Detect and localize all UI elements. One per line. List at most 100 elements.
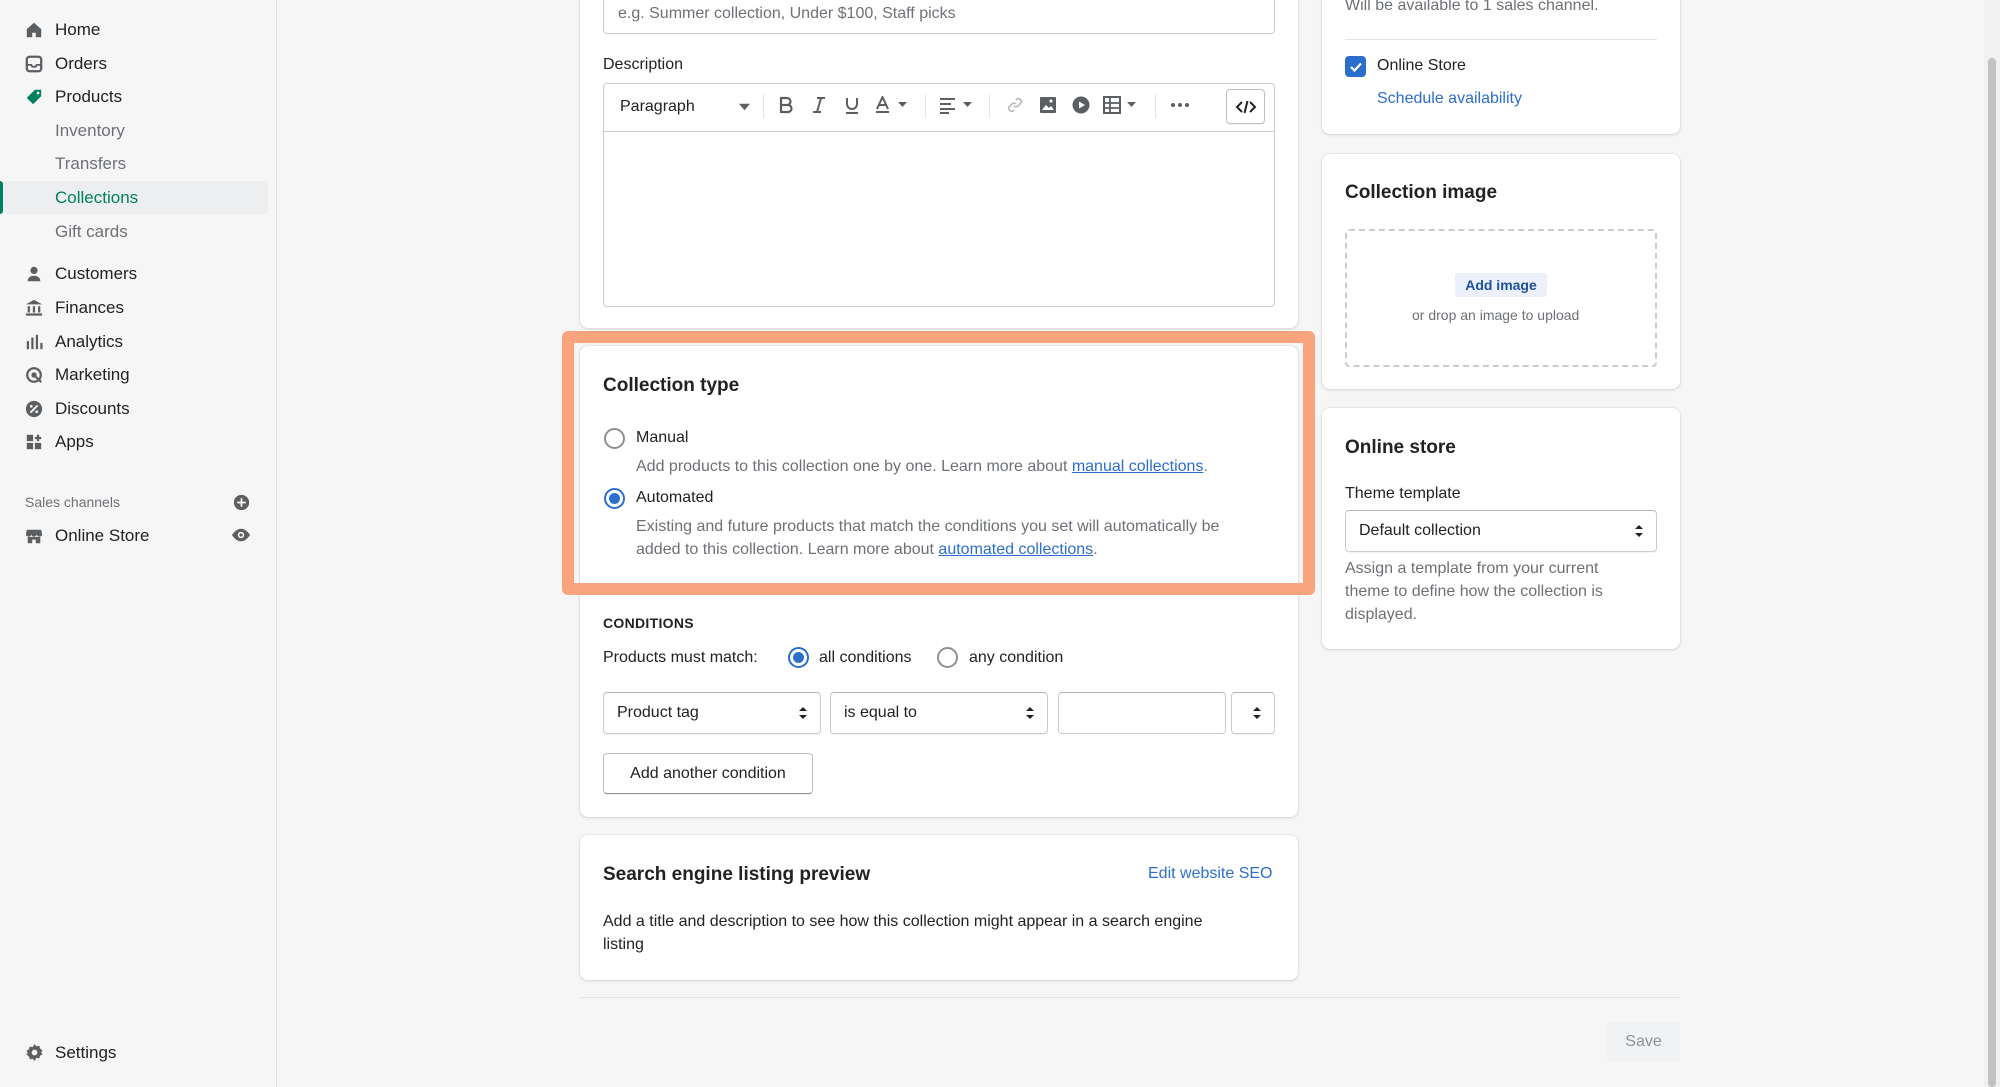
sidebar-item-finances[interactable]: Finances	[0, 291, 264, 324]
target-icon	[24, 365, 44, 385]
sidebar-item-online-store[interactable]: Online Store	[0, 519, 264, 552]
add-condition-button[interactable]: Add another condition	[603, 753, 813, 794]
link-icon[interactable]	[1006, 96, 1024, 114]
condition-field-select[interactable]: Product tag	[603, 692, 821, 734]
sidebar-item-label: Apps	[55, 431, 94, 451]
save-button[interactable]: Save	[1607, 1022, 1680, 1062]
video-icon[interactable]	[1072, 96, 1090, 114]
format-select[interactable]: Paragraph	[610, 92, 752, 122]
inbox-icon	[24, 54, 44, 74]
gear-icon	[24, 1043, 44, 1063]
online-store-checkbox[interactable]	[1345, 56, 1366, 77]
title-input[interactable]: e.g. Summer collection, Under $100, Staf…	[603, 0, 1275, 34]
sidebar-item-label: Finances	[55, 297, 124, 317]
automated-help-prefix: added to this collection. Learn more abo…	[636, 541, 939, 558]
period: .	[1093, 541, 1098, 558]
seo-title: Search engine listing preview	[603, 864, 871, 885]
code-view-icon[interactable]	[1226, 89, 1265, 124]
underline-icon[interactable]	[843, 96, 861, 114]
any-condition-label: any condition	[969, 649, 1064, 666]
edit-seo-link[interactable]: Edit website SEO	[1148, 865, 1273, 883]
add-sales-channel-icon[interactable]	[233, 494, 250, 511]
toolbar-separator	[925, 94, 926, 118]
sidebar-item-customers[interactable]: Customers	[0, 257, 264, 290]
sidebar-item-label: Inventory	[55, 120, 125, 140]
sidebar-item-label: Collections	[55, 187, 139, 207]
sidebar-item-orders[interactable]: Orders	[0, 47, 264, 80]
scrollbar-thumb[interactable]	[1988, 58, 1996, 1087]
table-icon[interactable]	[1103, 96, 1143, 114]
condition-value-input[interactable]	[1058, 692, 1226, 734]
automated-help-line1: Existing and future products that match …	[636, 518, 1220, 535]
select-arrows-icon	[799, 707, 807, 719]
manual-radio[interactable]	[604, 428, 625, 449]
condition-operator-value: is equal to	[844, 704, 917, 721]
sidebar-item-collections[interactable]: Collections	[0, 181, 268, 214]
toolbar-separator	[989, 94, 990, 118]
store-icon	[24, 526, 44, 546]
sidebar-item-discounts[interactable]: Discounts	[0, 392, 264, 425]
match-label: Products must match:	[603, 649, 758, 666]
add-image-button[interactable]: Add image	[1455, 273, 1547, 297]
eye-icon[interactable]	[231, 526, 251, 549]
manual-label: Manual	[636, 429, 689, 446]
sales-channels-heading: Sales channels	[25, 494, 120, 510]
sidebar-item-label: Discounts	[55, 398, 130, 418]
sidebar-item-label: Orders	[55, 53, 107, 73]
sidebar-item-transfers[interactable]: Transfers	[0, 147, 264, 180]
theme-help-line2: theme to define how the collection is	[1345, 583, 1603, 600]
sidebar-item-gift-cards[interactable]: Gift cards	[0, 215, 264, 248]
toolbar-separator	[763, 94, 764, 118]
sidebar-item-apps[interactable]: Apps	[0, 425, 264, 458]
sidebar-item-label: Marketing	[55, 364, 130, 384]
bold-icon[interactable]	[777, 96, 795, 114]
conditions-heading: CONDITIONS	[603, 615, 694, 631]
toolbar-separator	[1155, 94, 1156, 118]
seo-help-line2: listing	[603, 936, 644, 953]
sidebar-item-settings[interactable]: Settings	[0, 1036, 264, 1069]
image-icon[interactable]	[1039, 96, 1057, 114]
italic-icon[interactable]	[810, 96, 828, 114]
format-select-value: Paragraph	[620, 98, 695, 115]
period: .	[1203, 458, 1208, 475]
sidebar-item-label: Customers	[55, 263, 138, 283]
condition-operator-select[interactable]: is equal to	[830, 692, 1048, 734]
bank-icon	[24, 298, 44, 318]
text-color-icon[interactable]	[874, 94, 914, 114]
sidebar-item-products[interactable]: Products	[0, 80, 264, 113]
online-store-channel-label: Online Store	[1377, 57, 1466, 74]
sidebar-item-label: Home	[55, 19, 101, 39]
collection-type-title: Collection type	[603, 375, 740, 396]
align-icon[interactable]	[939, 96, 979, 114]
seo-card	[580, 835, 1298, 980]
person-icon	[24, 264, 44, 284]
manual-help-text: Add products to this collection one by o…	[636, 455, 1208, 478]
image-dropzone[interactable]	[1345, 229, 1657, 367]
sidebar-item-label: Transfers	[55, 153, 127, 173]
more-icon[interactable]	[1170, 96, 1189, 114]
sidebar-item-marketing[interactable]: Marketing	[0, 358, 264, 391]
sidebar-item-label: Online Store	[55, 525, 150, 545]
caret-down-icon	[739, 103, 750, 111]
automated-radio[interactable]	[604, 488, 625, 509]
any-condition-radio[interactable]	[937, 647, 958, 668]
sidebar-item-inventory[interactable]: Inventory	[0, 114, 264, 147]
sidebar-item-analytics[interactable]: Analytics	[0, 325, 264, 358]
tag-icon	[24, 87, 44, 107]
sidebar-item-home[interactable]: Home	[0, 13, 264, 46]
automated-label: Automated	[636, 489, 714, 506]
theme-help-line3: displayed.	[1345, 606, 1418, 623]
all-conditions-label: all conditions	[819, 649, 912, 666]
theme-template-value: Default collection	[1359, 522, 1481, 539]
schedule-availability-link[interactable]: Schedule availability	[1377, 90, 1522, 108]
availability-note: Will be available to 1 sales channel.	[1345, 0, 1599, 14]
checkmark-icon	[1349, 62, 1362, 72]
condition-value-select[interactable]	[1231, 692, 1275, 734]
all-conditions-radio[interactable]	[788, 647, 809, 668]
automated-collections-link[interactable]: automated collections	[938, 541, 1093, 558]
manual-collections-link[interactable]: manual collections	[1072, 458, 1204, 475]
home-icon	[24, 20, 44, 40]
collection-type-card	[580, 346, 1298, 817]
sidebar-item-label: Products	[55, 86, 123, 106]
theme-template-select[interactable]: Default collection	[1345, 510, 1657, 552]
